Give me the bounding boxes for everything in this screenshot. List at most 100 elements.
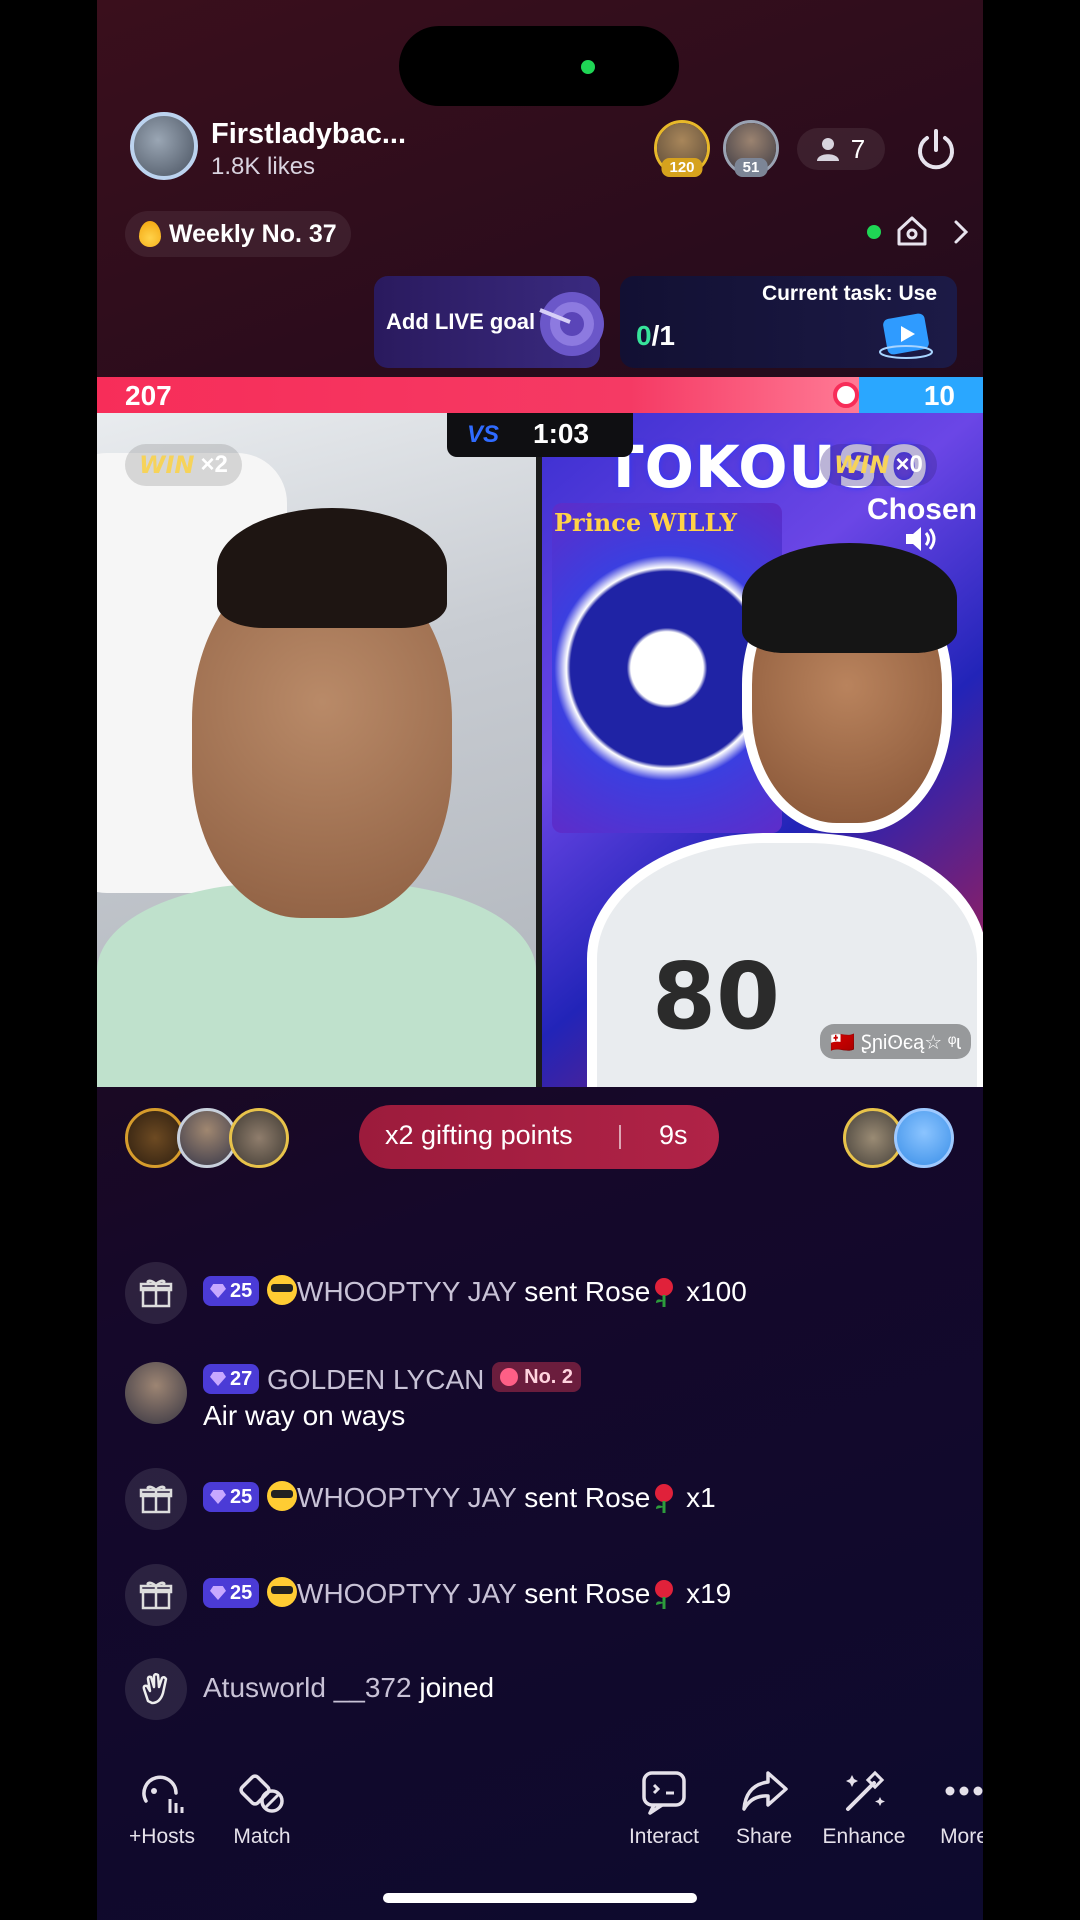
chat-gift-message[interactable]: 25 WHOOPTYY JAY sent Rose x19 — [125, 1564, 731, 1626]
add-live-goal-button[interactable]: Add LIVE goal — [374, 276, 604, 368]
weekly-ranking-label: Weekly No. 37 — [169, 219, 337, 248]
chat-username[interactable]: WHOOPTYY JAY — [297, 1578, 516, 1609]
host-video-left[interactable] — [97, 413, 536, 1087]
chat-gift-message[interactable]: 25 WHOOPTYY JAY sent Rose x1 — [125, 1468, 716, 1530]
add-hosts-icon — [142, 1775, 184, 1813]
supporter-avatar-left-2[interactable] — [177, 1108, 237, 1168]
enhance-label: Enhance — [822, 1825, 906, 1848]
gift-icon — [125, 1262, 187, 1324]
gift-count: x100 — [686, 1276, 747, 1307]
gift-boost-pill[interactable]: x2 gifting points 9s — [359, 1105, 719, 1169]
target-icon — [539, 292, 604, 356]
share-arrow-icon — [742, 1771, 788, 1811]
magic-wand-icon — [846, 1770, 885, 1811]
sunglasses-emoji-icon — [267, 1275, 298, 1305]
medal-icon — [500, 1368, 519, 1386]
more-dots-icon — [945, 1786, 983, 1796]
supporter-avatar-right-2[interactable] — [894, 1108, 954, 1168]
add-hosts-label: +Hosts — [129, 1825, 195, 1848]
chat-username[interactable]: Atusworld __372 — [203, 1672, 412, 1703]
share-label: Share — [735, 1825, 793, 1848]
gem-icon — [210, 1586, 226, 1600]
user-level-badge: 25 — [203, 1276, 260, 1306]
chat-join-message[interactable]: Atusworld __372 joined — [125, 1658, 494, 1720]
rank-badge: No. 2 — [492, 1362, 582, 1392]
chat-message: joined — [419, 1672, 495, 1703]
host-likes: 1.8K likes — [211, 153, 316, 180]
gift-count: x19 — [686, 1578, 732, 1609]
win-multiplier: ×0 — [895, 451, 923, 478]
current-task-card[interactable]: Current task: Use 0/1 — [620, 276, 957, 368]
opponent-name-tag[interactable]: 🇹🇴 Ʂɲiʘєą☆ ᵠɩ — [820, 1024, 971, 1059]
gift-boost-divider — [619, 1125, 621, 1149]
level-value: 25 — [230, 1486, 253, 1508]
chat-text: 25 WHOOPTYY JAY sent Rose x19 — [203, 1576, 731, 1612]
match-label: Match — [233, 1825, 291, 1848]
interact-button[interactable]: Interact — [614, 1765, 714, 1849]
top-viewer-avatar-1[interactable]: 120 — [654, 120, 710, 177]
chat-message: sent Rose — [524, 1276, 651, 1307]
sunglasses-emoji-icon — [267, 1481, 298, 1511]
chevron-right-icon[interactable] — [950, 218, 972, 246]
rose-icon — [655, 1580, 674, 1609]
more-button[interactable]: More — [914, 1765, 983, 1849]
enhance-button[interactable]: Enhance — [814, 1765, 914, 1849]
rank-value: No. 2 — [524, 1366, 574, 1388]
supporter-avatar-left-3[interactable] — [229, 1108, 289, 1168]
supporter-avatar-left-1[interactable] — [125, 1108, 185, 1168]
win-label: WIN — [834, 451, 890, 479]
home-indicator[interactable] — [383, 1893, 697, 1903]
gem-icon — [210, 1372, 226, 1386]
jersey-number: 80 — [652, 943, 781, 1050]
chat-text: 25 WHOOPTYY JAY sent Rose x100 — [203, 1274, 747, 1310]
level-value: 25 — [230, 1280, 253, 1302]
opponent-video-right[interactable]: TOKOUSO Prince WILLY Chosen 80 🇹🇴 Ʂɲiʘєą… — [542, 413, 983, 1087]
gift-icon — [125, 1468, 187, 1530]
vs-icon: VS — [467, 421, 500, 448]
viewer-score-badge: 120 — [661, 158, 703, 177]
video-play-icon — [879, 313, 933, 359]
chat-username[interactable]: WHOOPTYY JAY — [297, 1276, 516, 1307]
match-icon — [239, 1774, 284, 1813]
score-left: 207 — [125, 380, 172, 411]
chat-comment-header: 27 GOLDEN LYCAN No. 2 — [203, 1362, 582, 1398]
chat-comment[interactable]: 27 GOLDEN LYCAN No. 2 Air way on ways — [125, 1362, 582, 1434]
online-status-dot — [867, 225, 881, 239]
battle-timer-value: 1:03 — [533, 418, 590, 449]
task-progress: 0/1 — [636, 320, 675, 352]
gem-icon — [210, 1284, 226, 1298]
match-button[interactable]: Match — [212, 1765, 312, 1849]
weekly-ranking-pill[interactable]: Weekly No. 37 — [125, 211, 351, 257]
background-banner-sub2: Chosen — [866, 493, 977, 526]
chat-username[interactable]: GOLDEN LYCAN — [267, 1364, 484, 1395]
commenter-avatar[interactable] — [125, 1362, 187, 1424]
wave-hand-icon — [125, 1658, 187, 1720]
power-icon[interactable] — [912, 126, 960, 174]
chat-text: 27 GOLDEN LYCAN No. 2 Air way on ways — [203, 1362, 582, 1434]
cap-shape — [742, 543, 957, 653]
home-icon[interactable] — [895, 214, 929, 248]
level-value: 27 — [230, 1368, 253, 1390]
score-right: 10 — [923, 380, 955, 411]
win-multiplier: ×2 — [200, 451, 228, 478]
viewer-count-button[interactable]: 7 — [797, 128, 885, 170]
share-button[interactable]: Share — [714, 1765, 814, 1849]
chat-username[interactable]: WHOOPTYY JAY — [297, 1482, 516, 1513]
top-viewer-avatar-2[interactable]: 51 — [723, 120, 779, 177]
chat-gift-message[interactable]: 25 WHOOPTYY JAY sent Rose x100 — [125, 1262, 747, 1324]
viewer-count-value: 7 — [850, 133, 866, 164]
battle-timer: VS 1:03 — [447, 413, 633, 457]
level-value: 25 — [230, 1582, 253, 1604]
host-name[interactable]: Firstladybac... — [211, 118, 406, 151]
user-level-badge: 25 — [203, 1578, 260, 1608]
win-streak-left: WIN ×2 — [125, 444, 242, 486]
speaker-icon[interactable] — [903, 523, 939, 555]
interact-icon — [642, 1771, 686, 1815]
host-avatar[interactable] — [130, 112, 198, 180]
background-banner-sub: Prince WILLY — [554, 508, 738, 537]
person-icon — [816, 138, 839, 161]
left-letterbox — [0, 0, 97, 1920]
add-live-goal-label: Add LIVE goal — [386, 309, 536, 334]
viewer-score-badge: 51 — [734, 158, 768, 177]
add-hosts-button[interactable]: +Hosts — [112, 1765, 212, 1849]
